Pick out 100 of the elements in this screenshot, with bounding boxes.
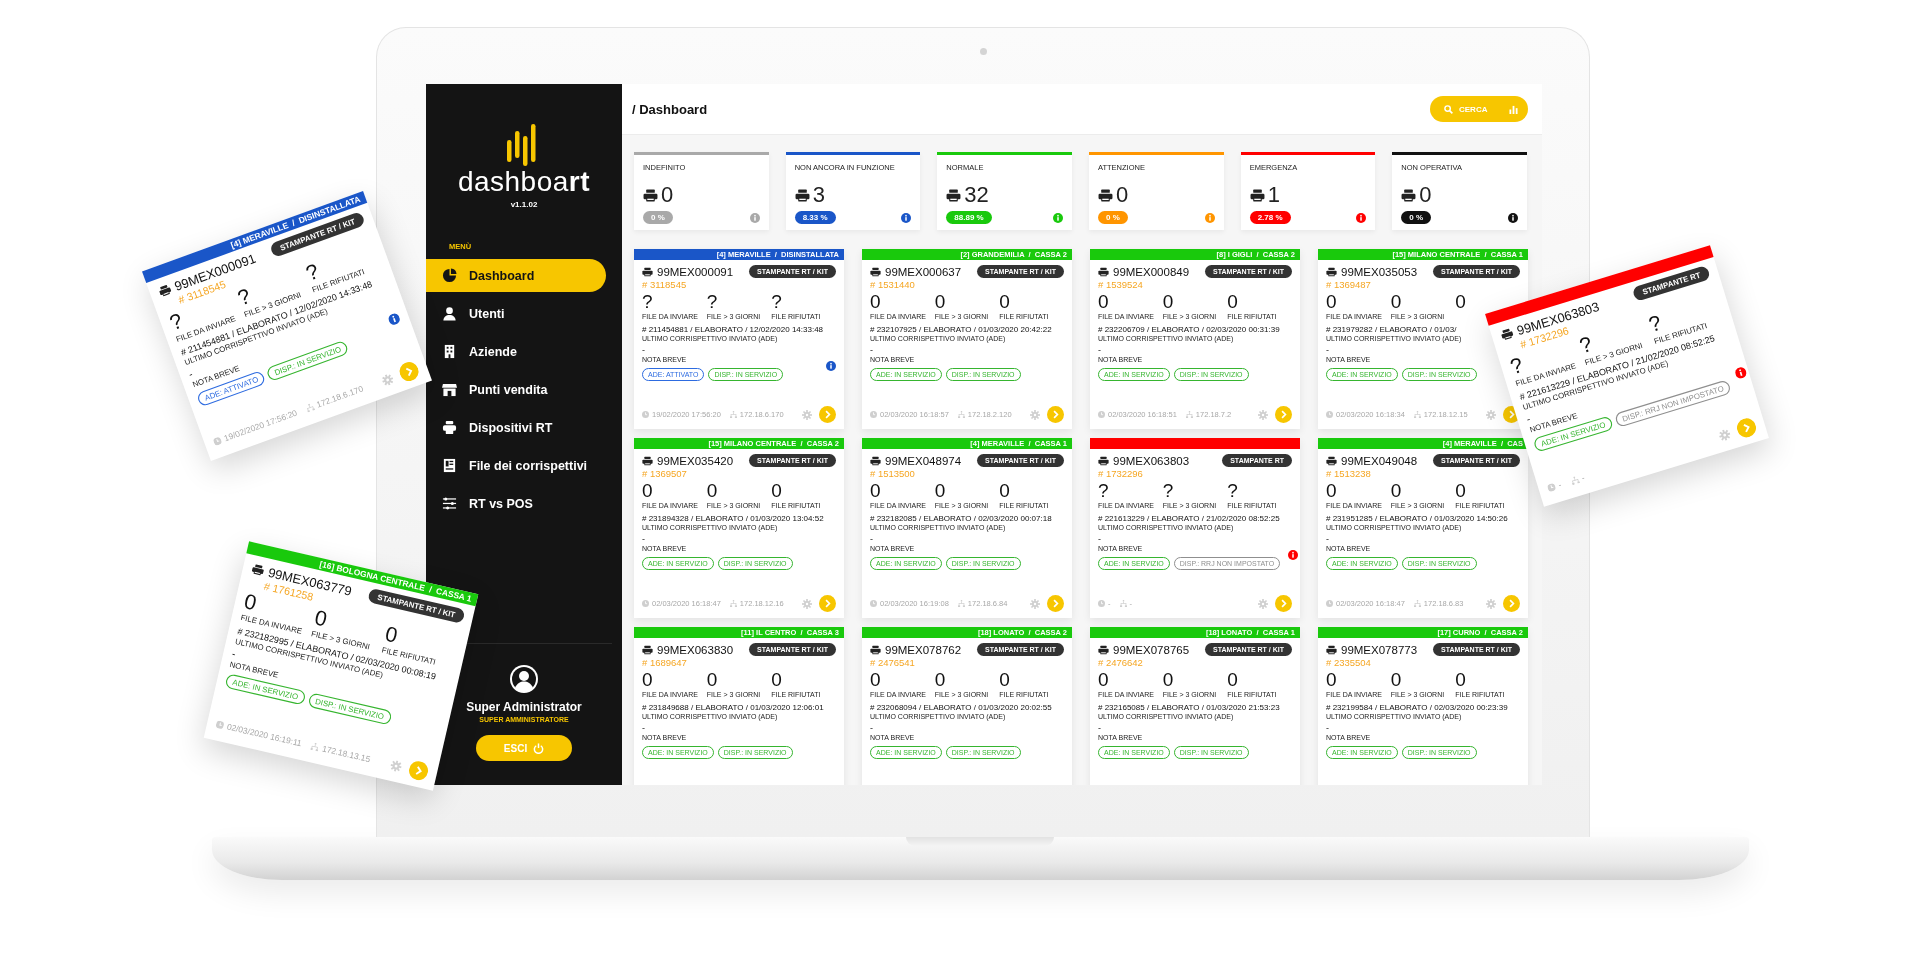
- settings-icon[interactable]: [389, 758, 403, 773]
- counter-value: 0: [1326, 481, 1337, 501]
- counter-value: 0: [1390, 292, 1402, 312]
- open-button[interactable]: [1503, 595, 1520, 612]
- clock-icon: [870, 411, 877, 418]
- settings-icon[interactable]: [802, 409, 812, 420]
- order-number: # 2476642: [1098, 657, 1143, 668]
- open-button[interactable]: [1275, 406, 1292, 423]
- order-number: # 1513238: [1326, 468, 1371, 479]
- order-number: # 1369507: [642, 468, 687, 479]
- note-value: -: [187, 369, 195, 380]
- clock-icon: [642, 411, 649, 418]
- search-icon: [1444, 104, 1453, 114]
- printer-icon: [1326, 266, 1337, 277]
- last-file: # 231951285 / ELABORATO / 01/03/2020 14:50:26: [1326, 513, 1508, 523]
- settings-icon[interactable]: [802, 598, 812, 609]
- settings-icon[interactable]: [1258, 409, 1268, 420]
- counter-value: 0: [706, 670, 718, 690]
- counter-value: ?: [1162, 481, 1174, 501]
- settings-icon[interactable]: [1486, 598, 1496, 609]
- printer-icon: [1098, 644, 1109, 655]
- network-icon: [1413, 411, 1421, 418]
- last-file: # 232068094 / ELABORATO / 01/03/2020 20:02:55: [870, 702, 1052, 712]
- counter-value: 0: [870, 481, 881, 501]
- printer-icon: [1098, 188, 1113, 202]
- open-button[interactable]: [819, 406, 836, 423]
- open-button[interactable]: [407, 759, 430, 783]
- counter-value: 0: [934, 670, 946, 690]
- counter-value: ?: [234, 284, 254, 310]
- status-count: 0: [1116, 184, 1129, 206]
- sidebar-item[interactable]: Utenti: [426, 297, 606, 330]
- sidebar-item[interactable]: RT vs POS: [426, 487, 606, 520]
- note-value: -: [642, 723, 645, 733]
- clock-icon: [1326, 600, 1333, 607]
- order-number: # 1369487: [1326, 279, 1371, 290]
- printer-icon: [1326, 644, 1337, 655]
- settings-icon[interactable]: [1717, 427, 1732, 442]
- settings-icon[interactable]: [1486, 409, 1496, 420]
- printer-icon: [946, 188, 962, 202]
- order-number: # 1531440: [870, 279, 915, 290]
- note-value: -: [1326, 345, 1329, 355]
- counter-value: 0: [1455, 292, 1466, 312]
- note-value: -: [870, 723, 873, 733]
- network-icon: [957, 411, 965, 418]
- counter-value: 0: [383, 622, 400, 648]
- last-file: # 231849688 / ELABORATO / 01/03/2020 12:06:01: [642, 702, 824, 712]
- counter-value: 0: [642, 481, 653, 501]
- sidebar-item[interactable]: Aziende: [426, 335, 606, 368]
- status-count: 32: [964, 184, 989, 206]
- network-icon: [1569, 475, 1580, 486]
- open-button[interactable]: [1734, 416, 1759, 440]
- sidebar-item[interactable]: Dispositivi RT: [426, 411, 606, 444]
- serial-number: 99MEX048974: [885, 454, 962, 467]
- note-value: -: [642, 345, 645, 355]
- clock-icon: [212, 436, 223, 447]
- order-number: # 3118545: [642, 279, 687, 290]
- breadcrumb: / Dashboard: [632, 101, 708, 117]
- bar-chart-icon: [1509, 104, 1518, 114]
- printer-icon: [870, 644, 881, 655]
- printer-icon: [642, 644, 653, 655]
- counter-value: 0: [1162, 292, 1174, 312]
- pie-chart-icon: [442, 268, 457, 283]
- counter-value: 0: [241, 590, 259, 615]
- sidebar-item[interactable]: Punti vendita: [426, 373, 606, 406]
- printer-icon: [1499, 326, 1515, 341]
- percent-badge: 0 %: [643, 211, 673, 224]
- clock-icon: [1098, 600, 1105, 607]
- open-button[interactable]: [1047, 406, 1064, 423]
- percent-badge: 2.78 %: [1249, 211, 1291, 224]
- counter-value: ?: [1646, 311, 1665, 337]
- user-name: Super Administrator: [466, 700, 582, 714]
- clock-icon: [1098, 411, 1105, 418]
- note-value: -: [642, 534, 645, 544]
- sidebar-item[interactable]: Dashboard: [426, 259, 606, 292]
- order-number: # 1732296: [1098, 468, 1143, 479]
- network-icon: [957, 600, 965, 607]
- counter-value: 0: [1390, 481, 1402, 501]
- network-icon: [310, 742, 320, 752]
- counter-value: 0: [1455, 481, 1466, 501]
- open-button[interactable]: [819, 595, 836, 612]
- printer-icon: [1249, 188, 1265, 202]
- printer-icon: [1401, 188, 1417, 202]
- open-button[interactable]: [1047, 595, 1064, 612]
- serial-number: 99MEX063830: [657, 643, 734, 656]
- percent-badge: 0 %: [1401, 211, 1432, 224]
- counter-value: 0: [1455, 670, 1466, 690]
- sidebar-item[interactable]: File dei corrispettivi: [426, 449, 606, 482]
- settings-icon[interactable]: [1030, 598, 1040, 609]
- counter-value: 0: [706, 481, 718, 501]
- last-file: # 221613229 / ELABORATO / 21/02/2020 08:52:25: [1098, 513, 1280, 523]
- settings-icon[interactable]: [1258, 598, 1268, 609]
- note-value: -: [1525, 414, 1532, 425]
- logo-text: dashboart: [457, 168, 591, 196]
- timestamp: -: [1557, 479, 1563, 491]
- settings-icon[interactable]: [1030, 409, 1040, 420]
- open-button[interactable]: [1275, 595, 1292, 612]
- printer-icon: [643, 188, 658, 202]
- camera-dot: [980, 48, 987, 55]
- printer-icon: [250, 562, 266, 577]
- settings-icon[interactable]: [380, 372, 395, 387]
